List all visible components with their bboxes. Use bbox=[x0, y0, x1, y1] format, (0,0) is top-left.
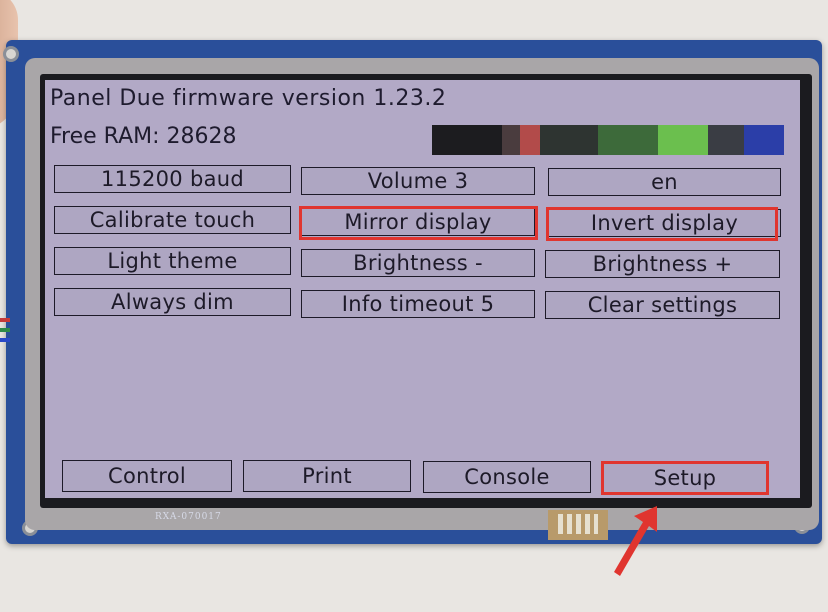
mount-hole bbox=[3, 46, 19, 62]
clear-settings-button[interactable]: Clear settings bbox=[545, 291, 780, 319]
baud-rate-button[interactable]: 115200 baud bbox=[54, 165, 291, 193]
brightness-up-button[interactable]: Brightness + bbox=[545, 250, 780, 278]
always-dim-button[interactable]: Always dim bbox=[54, 288, 291, 316]
red-arrow-icon bbox=[614, 506, 657, 576]
lcd-screen: Panel Due firmware version 1.23.2 Free R… bbox=[45, 80, 800, 498]
tab-control[interactable]: Control bbox=[62, 460, 232, 492]
info-timeout-button[interactable]: Info timeout 5 bbox=[301, 290, 535, 318]
color-segment bbox=[502, 125, 520, 155]
free-ram-text: Free RAM: 28628 bbox=[50, 124, 237, 149]
tab-print[interactable]: Print bbox=[243, 460, 411, 492]
language-button[interactable]: en bbox=[548, 168, 781, 196]
color-segment bbox=[744, 125, 784, 155]
color-segment bbox=[520, 125, 540, 155]
wire bbox=[0, 338, 10, 342]
wire bbox=[0, 318, 10, 322]
wire bbox=[0, 328, 10, 332]
color-segment bbox=[598, 125, 658, 155]
color-segment bbox=[708, 125, 744, 155]
tab-console[interactable]: Console bbox=[423, 461, 591, 493]
brightness-down-button[interactable]: Brightness - bbox=[301, 249, 535, 277]
volume-button[interactable]: Volume 3 bbox=[301, 167, 535, 195]
board-silkscreen-label: RXA-070017 bbox=[155, 512, 222, 522]
highlight-setup-tab bbox=[601, 461, 769, 495]
firmware-version-text: Panel Due firmware version 1.23.2 bbox=[50, 86, 447, 111]
color-test-bar bbox=[432, 125, 784, 155]
color-segment bbox=[432, 125, 502, 155]
color-segment bbox=[540, 125, 598, 155]
flex-connector bbox=[548, 510, 608, 540]
highlight-invert-display bbox=[546, 207, 778, 241]
color-segment bbox=[658, 125, 708, 155]
highlight-mirror-display bbox=[299, 206, 538, 240]
calibrate-touch-button[interactable]: Calibrate touch bbox=[54, 206, 291, 234]
theme-button[interactable]: Light theme bbox=[54, 247, 291, 275]
